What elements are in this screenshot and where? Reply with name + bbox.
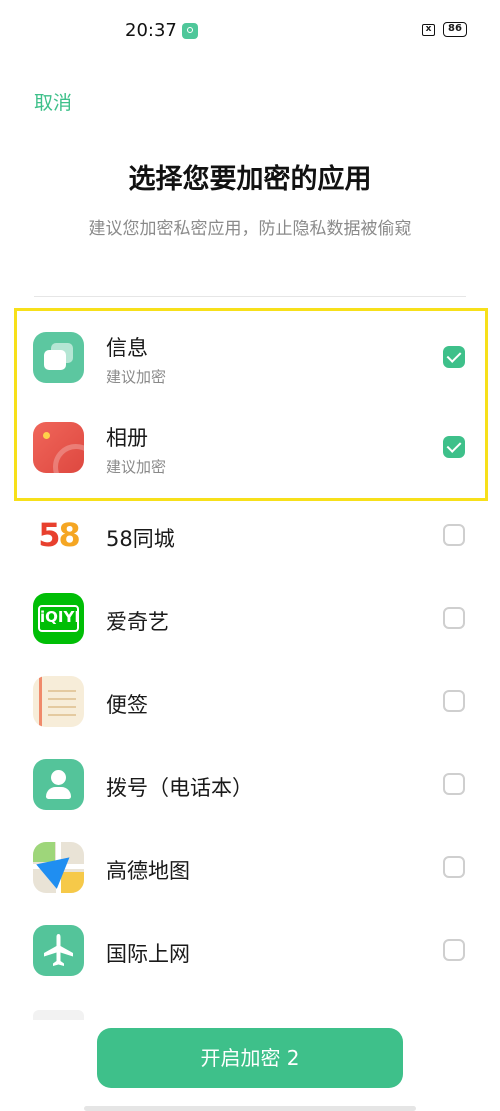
- 58tongcheng-icon: 58: [33, 510, 84, 561]
- cancel-button[interactable]: 取消: [34, 88, 72, 115]
- status-bar: 20:37 x 86: [0, 0, 500, 62]
- app-name: 爱奇艺: [106, 610, 169, 634]
- app-name: 相册: [106, 426, 148, 450]
- close-notification-icon: x: [422, 24, 435, 36]
- app-checkbox-checked[interactable]: [443, 346, 465, 368]
- page-subtitle: 建议您加密私密应用，防止隐私数据被偷窥: [88, 219, 412, 239]
- iqiyi-icon: iQIYI: [33, 593, 84, 644]
- app-row-amap[interactable]: 高德地图: [0, 829, 500, 909]
- app-name: 58同城: [106, 527, 175, 551]
- page-title: 选择您要加密的应用: [128, 164, 372, 195]
- message-icon: [33, 332, 84, 383]
- app-name: 高德地图: [106, 859, 190, 883]
- app-row-messages[interactable]: 信息 建议加密: [0, 318, 500, 398]
- dialer-icon: [33, 759, 84, 810]
- app-row-iqiyi[interactable]: iQIYI 爱奇艺: [0, 580, 500, 660]
- app-checkbox-checked[interactable]: [443, 436, 465, 458]
- next-app-icon-partial: [33, 1010, 84, 1020]
- app-name: 信息: [106, 336, 148, 360]
- start-encryption-button[interactable]: 开启加密 2: [97, 1028, 403, 1088]
- app-name: 国际上网: [106, 942, 190, 966]
- app-suggestion: 建议加密: [106, 368, 167, 386]
- app-checkbox-unchecked[interactable]: [443, 773, 465, 795]
- app-row-58tongcheng[interactable]: 58 58同城: [0, 498, 500, 578]
- app-checkbox-unchecked[interactable]: [443, 856, 465, 878]
- app-checkbox-unchecked[interactable]: [443, 524, 465, 546]
- navigation-bar: [84, 1106, 416, 1111]
- divider: [34, 296, 466, 297]
- app-row-dialer[interactable]: 拨号（电话本）: [0, 746, 500, 826]
- app-row-notes[interactable]: 便签: [0, 663, 500, 743]
- battery-icon: 86: [443, 22, 467, 37]
- app-name: 便签: [106, 693, 148, 717]
- notification-app-icon: [182, 23, 198, 39]
- app-name: 拨号（电话本）: [106, 776, 253, 800]
- notes-icon: [33, 676, 84, 727]
- app-row-global-internet[interactable]: 国际上网: [0, 912, 500, 992]
- airplane-icon: [33, 925, 84, 976]
- app-checkbox-unchecked[interactable]: [443, 939, 465, 961]
- app-checkbox-unchecked[interactable]: [443, 690, 465, 712]
- app-suggestion: 建议加密: [106, 458, 167, 476]
- amap-icon: [33, 842, 84, 893]
- app-row-gallery[interactable]: 相册 建议加密: [0, 408, 500, 488]
- app-checkbox-unchecked[interactable]: [443, 607, 465, 629]
- status-time: 20:37: [125, 20, 177, 41]
- gallery-icon: [33, 422, 84, 473]
